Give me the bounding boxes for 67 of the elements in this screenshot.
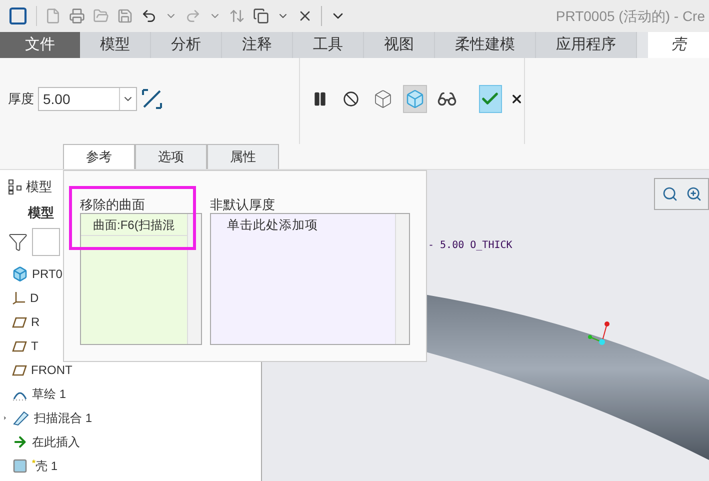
tree-item-label: 扫描混合 1 <box>34 410 92 427</box>
coordinate-triad-icon <box>587 320 611 346</box>
tree-item-label: 草绘 1 <box>32 386 66 403</box>
tree-item-label: $^{*}$壳 1 <box>32 457 58 475</box>
panel-tab[interactable]: 参考 <box>63 144 135 169</box>
removed-surfaces-label: 移除的曲面 <box>80 196 146 213</box>
plane-icon <box>12 364 27 376</box>
removed-surfaces-list[interactable]: 曲面:F6(扫描混 <box>80 213 202 345</box>
dimension-label: - 5.00 O_THICK <box>428 239 512 253</box>
tree-item-label: D <box>30 290 39 307</box>
ribbon-tab[interactable]: 壳 <box>648 32 709 58</box>
add-item-prompt[interactable]: 单击此处添加项 <box>211 214 395 236</box>
no-entry-icon <box>343 91 360 108</box>
swept-tube-icon <box>12 410 30 426</box>
model-tree-header: 模型 <box>28 204 54 222</box>
shaded-box-icon <box>404 89 425 110</box>
undo-icon[interactable] <box>141 8 157 24</box>
ribbon-tab[interactable]: 文件 <box>0 32 80 58</box>
tree-structure-icon <box>8 179 22 195</box>
tree-item-label: R <box>31 314 40 331</box>
window-title: PRT0005 (活动的) - Cre <box>556 6 705 26</box>
windows-icon[interactable] <box>253 8 269 24</box>
print-icon[interactable] <box>69 8 85 24</box>
tree-item-label: FRONT <box>31 362 72 379</box>
plane-icon <box>12 340 27 352</box>
thickness-input[interactable]: 5.00 <box>38 87 137 112</box>
tree-item[interactable]: R <box>2 310 40 334</box>
thickness-label: 厚度 <box>8 90 34 108</box>
panel-tab[interactable]: 属性 <box>207 144 279 169</box>
axes-icon <box>12 291 26 305</box>
plane-icon <box>12 316 27 328</box>
model-tree-title: 模型 <box>26 178 52 196</box>
tree-item[interactable]: PRT0 <box>2 262 62 286</box>
tree-item-label: T <box>31 338 38 355</box>
ribbon-tab[interactable]: 注释 <box>222 32 293 58</box>
non-default-thickness-list[interactable]: 单击此处添加项 <box>210 213 410 345</box>
flip-direction-icon[interactable] <box>141 88 163 110</box>
app-icon[interactable] <box>8 6 28 26</box>
shell-square-icon <box>12 458 28 474</box>
scrollbar[interactable] <box>395 214 409 344</box>
ribbon-tab[interactable]: 应用程序 <box>536 32 637 58</box>
pause-icon <box>312 91 328 108</box>
panel-tab[interactable]: 选项 <box>135 144 207 169</box>
zoom-fit-icon[interactable] <box>662 186 678 202</box>
tree-item[interactable]: $^{*}$壳 1 <box>2 454 58 478</box>
tree-item[interactable]: 扫描混合 1 <box>2 406 92 430</box>
ribbon-tab[interactable]: 工具 <box>293 32 364 58</box>
ribbon-tab[interactable]: 视图 <box>364 32 435 58</box>
zoom-in-icon[interactable] <box>686 186 702 202</box>
tree-item[interactable]: FRONT <box>2 358 72 382</box>
confirm-button[interactable] <box>478 85 502 114</box>
ribbon-tab[interactable]: 模型 <box>80 32 151 58</box>
tree-item[interactable]: D <box>2 286 39 310</box>
cube-icon <box>12 266 28 282</box>
filter-icon[interactable] <box>8 232 28 252</box>
non-default-thickness-label: 非默认厚度 <box>210 196 276 213</box>
scrollbar[interactable] <box>187 214 202 344</box>
thickness-value: 5.00 <box>42 90 72 109</box>
ribbon-tab[interactable]: 分析 <box>151 32 222 58</box>
wireframe-box-icon <box>373 89 394 110</box>
tree-item[interactable]: T <box>2 334 38 358</box>
search-field[interactable] <box>32 228 60 256</box>
tree-item-label: 在此插入 <box>32 434 80 451</box>
ribbon-tab[interactable]: 柔性建模 <box>435 32 536 58</box>
tree-item[interactable]: 在此插入 <box>2 430 80 454</box>
tree-item[interactable]: 草绘 1 <box>2 382 66 406</box>
tree-item-label: PRT0 <box>32 266 62 283</box>
